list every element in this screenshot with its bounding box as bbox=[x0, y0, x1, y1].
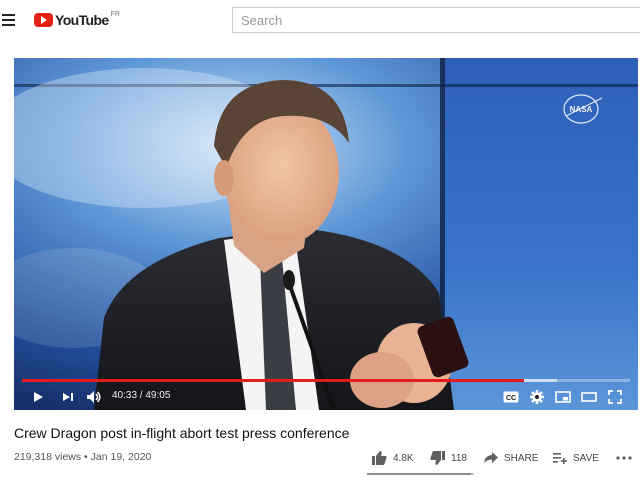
progress-played bbox=[22, 379, 525, 382]
share-label: SHARE bbox=[504, 452, 539, 464]
theater-button[interactable] bbox=[580, 386, 598, 408]
sentiment-bar bbox=[367, 473, 474, 475]
time-display: 40:33 / 49:05 bbox=[112, 390, 170, 401]
svg-text:CC: CC bbox=[506, 395, 516, 402]
player-controls: 40:33 / 49:05 CC bbox=[14, 386, 638, 408]
brand-name: YouTube bbox=[55, 12, 109, 28]
youtube-logo-icon bbox=[34, 13, 53, 27]
save-playlist-icon bbox=[553, 453, 567, 464]
play-button[interactable] bbox=[30, 386, 46, 408]
theater-icon bbox=[581, 392, 597, 402]
video-title: Crew Dragon post in-flight abort test pr… bbox=[14, 425, 350, 441]
video-frame bbox=[14, 58, 638, 410]
view-count: 219,318 views bbox=[14, 451, 82, 463]
dislike-button[interactable]: 118 bbox=[430, 449, 467, 467]
captions-icon: CC bbox=[503, 391, 519, 403]
thumb-up-icon bbox=[372, 451, 387, 465]
miniplayer-button[interactable] bbox=[554, 386, 572, 408]
next-icon bbox=[63, 393, 73, 401]
upload-date: Jan 19, 2020 bbox=[90, 451, 152, 463]
more-actions-button[interactable] bbox=[616, 449, 638, 467]
progress-bar[interactable] bbox=[22, 379, 630, 382]
miniplayer-icon bbox=[555, 391, 571, 403]
youtube-logo[interactable]: YouTube FR bbox=[34, 10, 120, 30]
more-icon bbox=[616, 456, 632, 460]
nasa-watermark: NASA bbox=[563, 94, 603, 124]
share-icon bbox=[484, 452, 498, 463]
next-button[interactable] bbox=[60, 386, 76, 408]
thumb-down-icon bbox=[430, 451, 445, 465]
volume-button[interactable] bbox=[84, 386, 104, 408]
video-player[interactable]: NASA 40:33 / 49:05 CC bbox=[14, 58, 638, 410]
save-button[interactable]: SAVE bbox=[553, 449, 599, 467]
fullscreen-icon bbox=[608, 390, 622, 404]
current-time: 40:33 bbox=[112, 390, 138, 401]
like-button[interactable]: 4.8K bbox=[372, 449, 414, 467]
menu-icon[interactable] bbox=[2, 14, 15, 26]
volume-icon bbox=[87, 391, 101, 403]
search-input[interactable] bbox=[233, 8, 640, 32]
video-meta: 219,318 views • Jan 19, 2020 bbox=[14, 451, 151, 463]
dislike-count: 118 bbox=[451, 452, 467, 464]
sentiment-like-fill bbox=[367, 473, 472, 475]
settings-button[interactable] bbox=[528, 386, 546, 408]
country-code: FR bbox=[110, 10, 120, 18]
captions-button[interactable]: CC bbox=[502, 386, 520, 408]
share-button[interactable]: SHARE bbox=[484, 449, 538, 467]
search-box bbox=[232, 7, 640, 33]
total-time: 49:05 bbox=[145, 390, 171, 401]
like-count: 4.8K bbox=[393, 452, 414, 464]
save-label: SAVE bbox=[573, 452, 599, 464]
nasa-logo-text: NASA bbox=[570, 105, 593, 114]
play-icon bbox=[34, 392, 43, 402]
fullscreen-button[interactable] bbox=[606, 386, 624, 408]
meta-separator: • bbox=[81, 451, 91, 463]
settings-icon bbox=[530, 390, 544, 404]
masthead: YouTube FR bbox=[0, 0, 640, 42]
